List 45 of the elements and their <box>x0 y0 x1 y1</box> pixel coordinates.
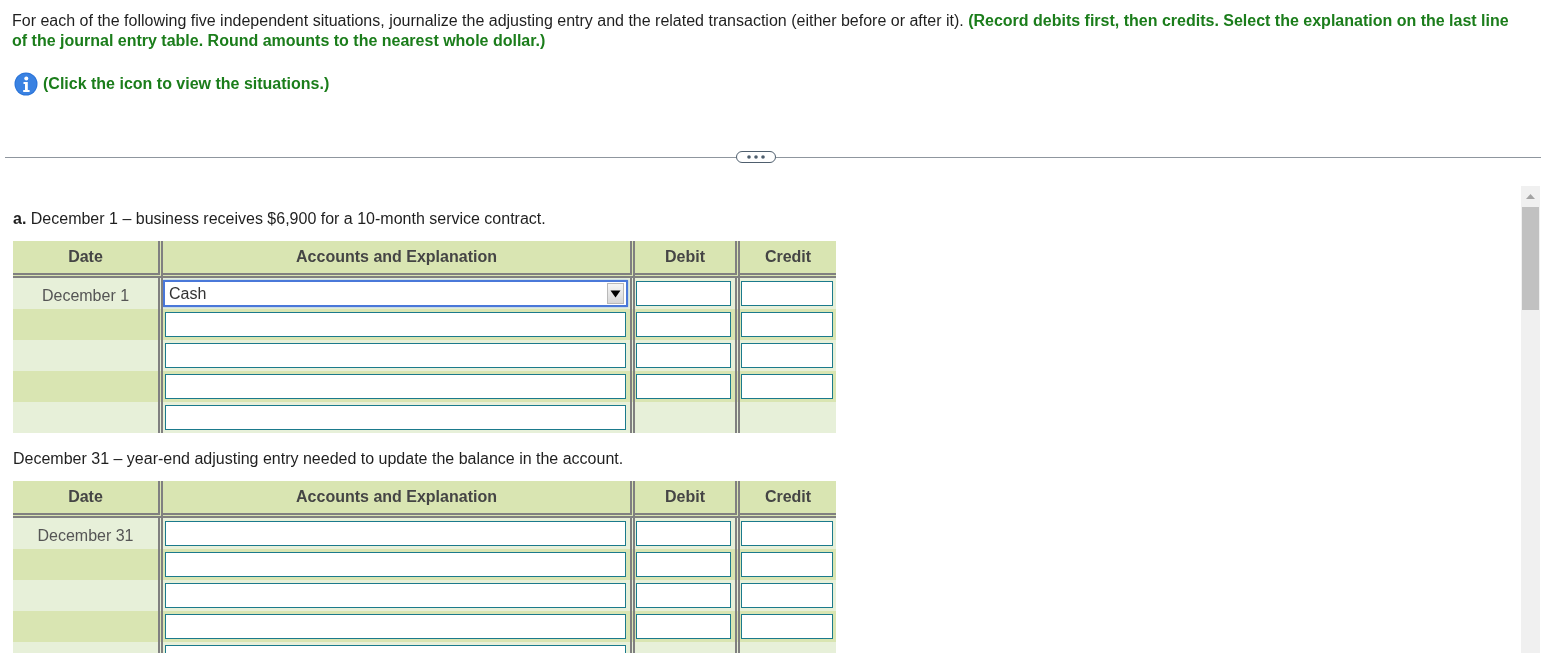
debit-field[interactable] <box>636 312 731 337</box>
credit-header: Credit <box>740 481 836 518</box>
credit-field[interactable] <box>741 583 833 608</box>
account-dropdown[interactable]: Cash <box>163 280 628 307</box>
account-field[interactable] <box>165 614 626 639</box>
date-cell-text: December 1 <box>40 286 131 306</box>
info-icon[interactable] <box>14 72 38 96</box>
caret-down-icon <box>607 283 624 304</box>
account-field[interactable] <box>165 343 626 368</box>
credit-field[interactable] <box>741 521 833 546</box>
credit-field[interactable] <box>741 343 833 368</box>
account-field[interactable] <box>165 583 626 608</box>
debit-field[interactable] <box>636 583 731 608</box>
account-field[interactable] <box>165 521 626 546</box>
debit-field[interactable] <box>636 521 731 546</box>
instructions-text: For each of the following five independent situations, journalize the adjusting entry and the related transaction (either before or after it). (Record debits first, then credits. Select the explanation on the last line of the journal entry table. Round amounts to the nearest whole dollar.) <box>11 11 1510 51</box>
credit-header: Credit <box>740 241 836 278</box>
date-header: Date <box>13 241 163 278</box>
situation-text: a. December 1 – business receives $6,900 for a 10-month service contract. <box>13 209 547 229</box>
explanation-field[interactable] <box>165 405 626 430</box>
debit-field[interactable] <box>636 343 731 368</box>
debit-field[interactable] <box>636 281 731 306</box>
credit-field[interactable] <box>741 312 833 337</box>
accounts-header: Accounts and Explanation <box>163 481 635 518</box>
scrollbar-thumb[interactable] <box>1522 207 1539 310</box>
account-field[interactable] <box>165 374 626 399</box>
account-field[interactable] <box>165 552 626 577</box>
expand-button[interactable] <box>736 151 776 163</box>
accounts-header: Accounts and Explanation <box>163 241 635 278</box>
debit-header: Debit <box>635 241 740 278</box>
dots-icon <box>747 155 765 159</box>
credit-field[interactable] <box>741 614 833 639</box>
date-cell-text: December 31 <box>36 526 135 546</box>
explanation-field[interactable] <box>165 645 626 653</box>
debit-field[interactable] <box>636 374 731 399</box>
credit-field[interactable] <box>741 281 833 306</box>
date-header: Date <box>13 481 163 518</box>
credit-field[interactable] <box>741 552 833 577</box>
debit-header: Debit <box>635 481 740 518</box>
debit-field[interactable] <box>636 614 731 639</box>
credit-field[interactable] <box>741 374 833 399</box>
info-link-text: (Click the icon to view the situations.) <box>43 74 330 94</box>
situation-text: December 31 – year-end adjusting entry needed to update the balance in the account. <box>13 449 625 469</box>
account-field[interactable] <box>165 312 626 337</box>
debit-field[interactable] <box>636 552 731 577</box>
